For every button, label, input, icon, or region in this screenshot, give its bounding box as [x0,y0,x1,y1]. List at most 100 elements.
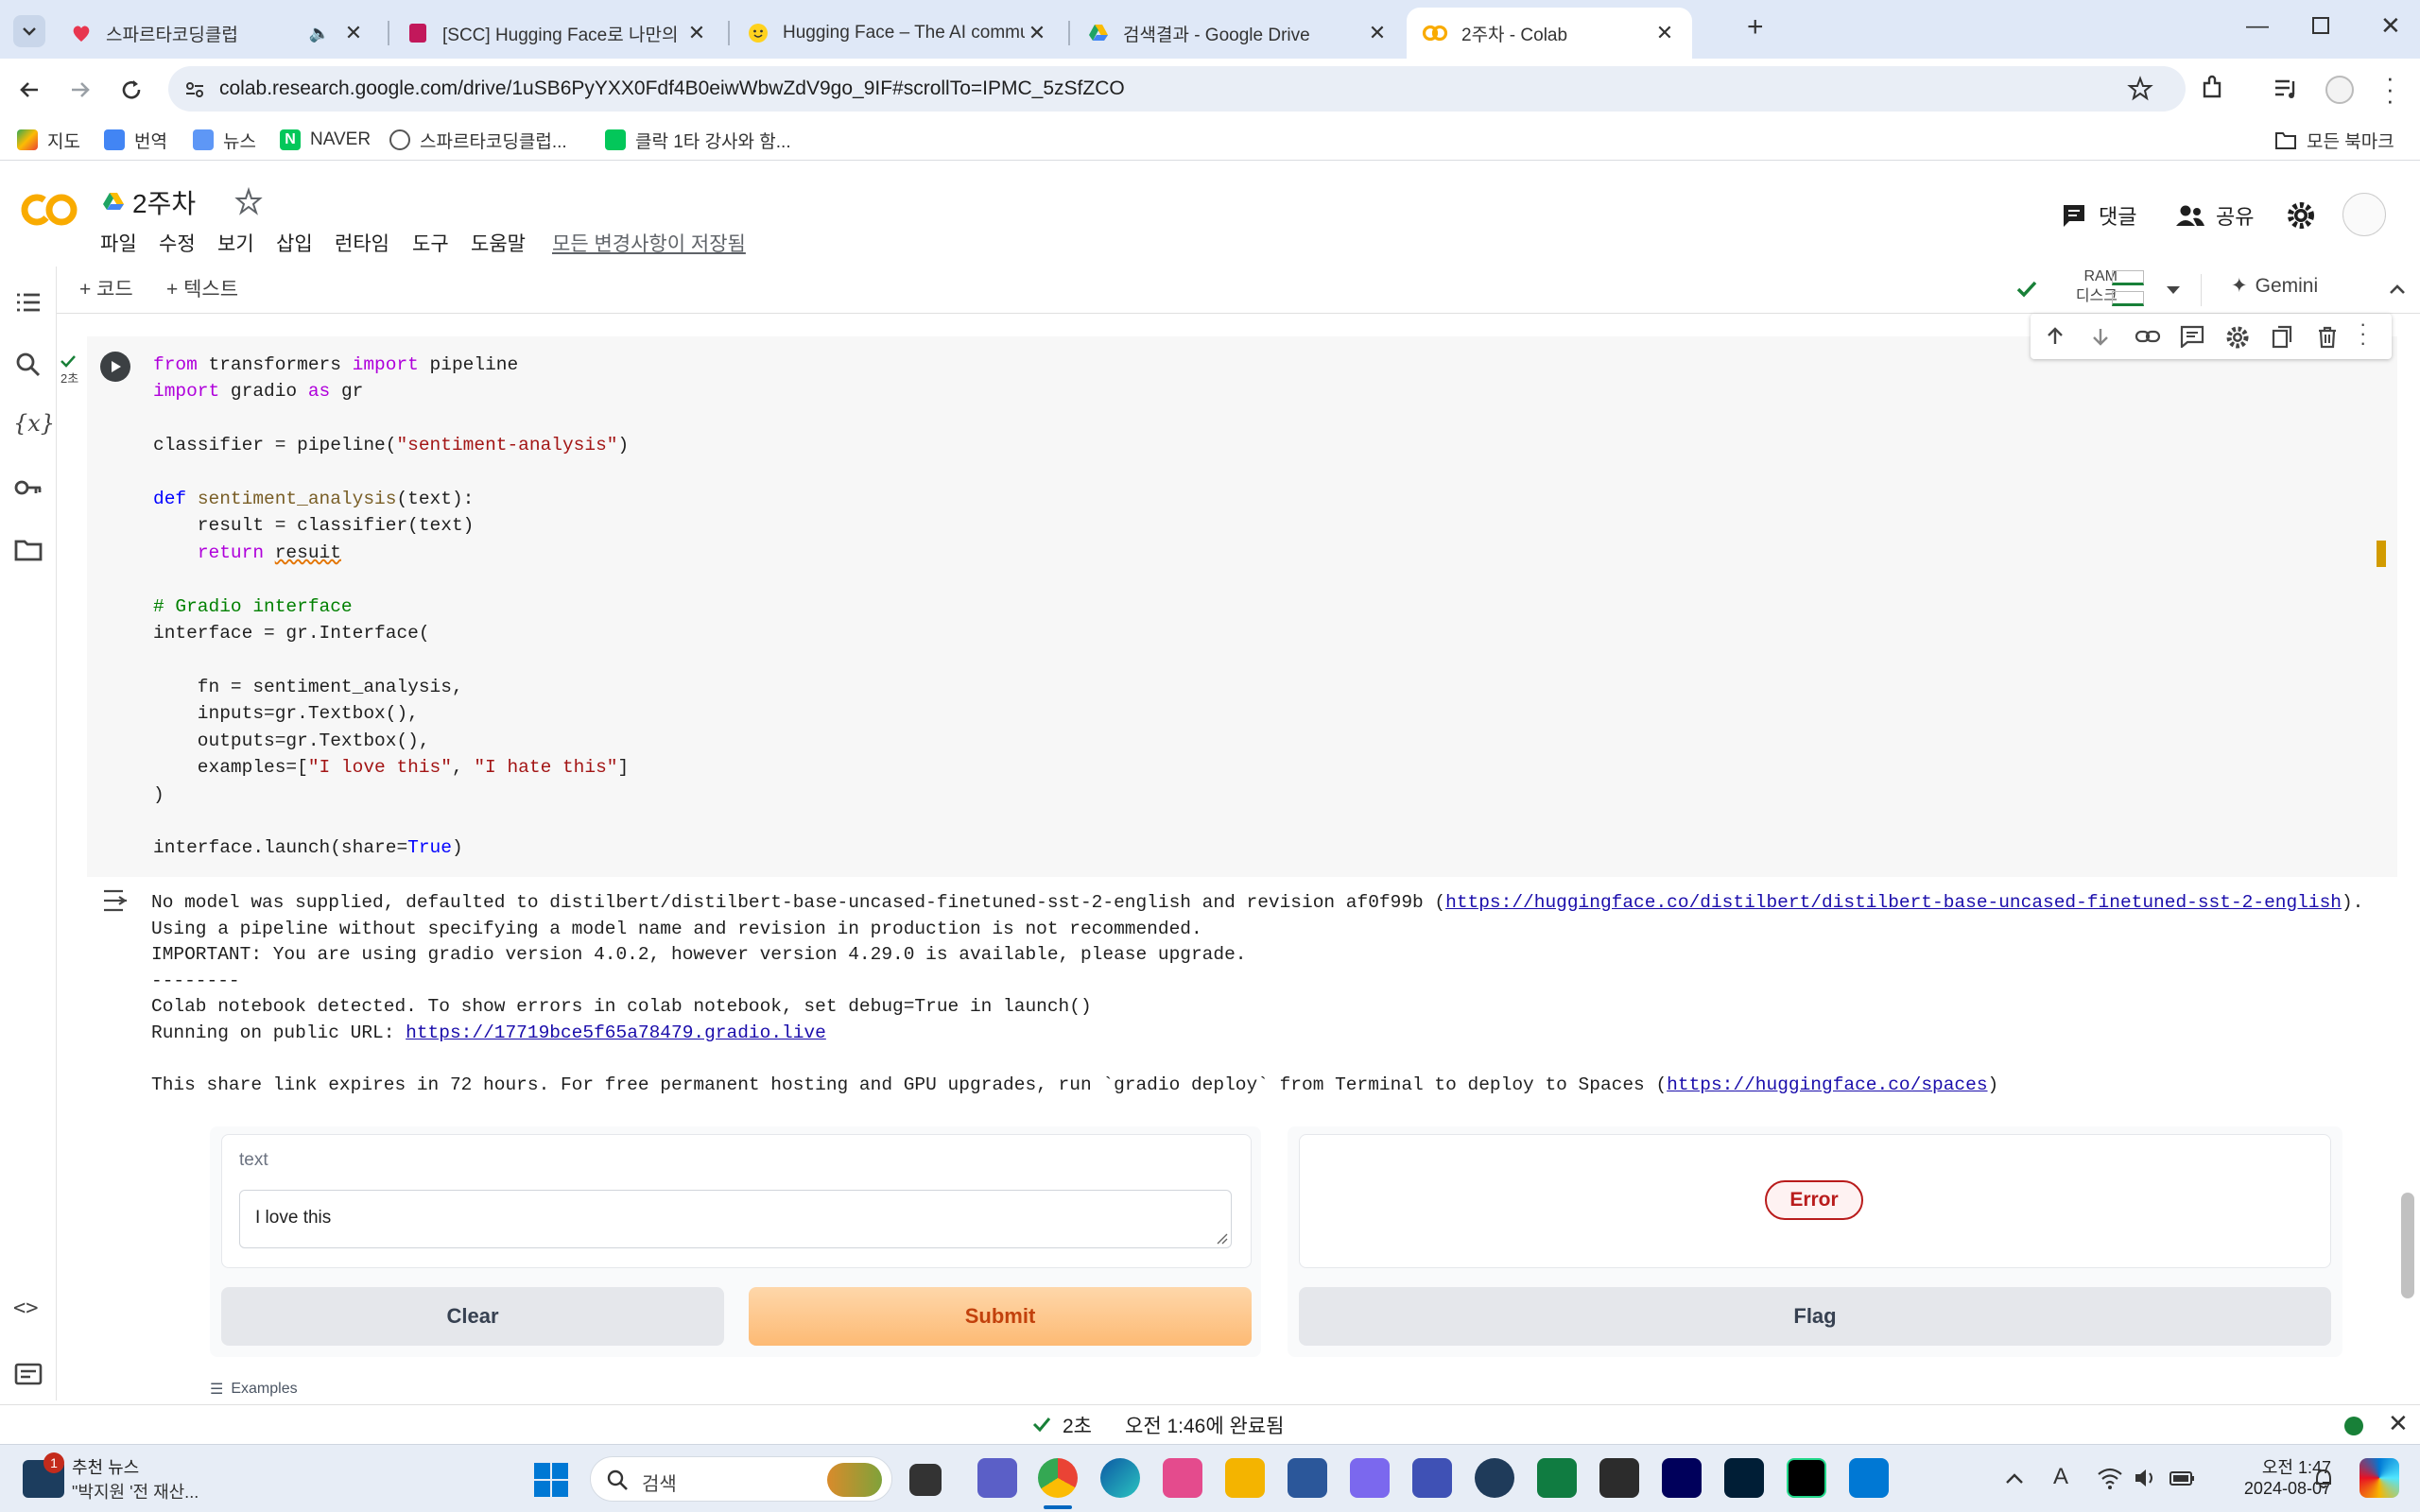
notification-bell-icon[interactable] [2312,1468,2335,1490]
submit-button[interactable]: Submit [749,1287,1252,1346]
menu-view[interactable]: 보기 [217,229,254,257]
close-tab-icon[interactable]: ✕ [1025,21,1049,45]
bookmark-item[interactable]: 스파르타코딩클럽... [389,127,567,153]
pycharm-icon[interactable] [1787,1458,1826,1498]
browser-tab-scc[interactable]: [SCC] Hugging Face로 나만의 ✕ [391,8,724,59]
code-snippets-icon[interactable]: <> [13,1297,43,1327]
store-icon[interactable] [1288,1458,1327,1498]
taskbar-search[interactable]: 검색 [590,1456,892,1502]
connection-status-dot[interactable] [2344,1417,2363,1435]
speaker-icon[interactable] [2133,1466,2159,1490]
chevron-up-icon[interactable] [2004,1469,2025,1488]
news-subtitle[interactable]: "박지원 '전 재산... [72,1479,199,1503]
media-control-icon[interactable] [2273,76,2301,102]
delete-icon[interactable] [2316,325,2339,350]
variables-icon[interactable]: {x} [13,410,55,440]
bookmark-item[interactable]: 클락 1타 강사와 함... [605,127,791,153]
acrobat-icon[interactable] [1599,1458,1639,1498]
photoshop-icon[interactable] [1724,1458,1764,1498]
menu-tools[interactable]: 도구 [412,229,449,257]
terminal-icon[interactable] [13,1359,43,1389]
spaces-link[interactable]: https://huggingface.co/spaces [1667,1074,1987,1095]
comment-icon[interactable] [2180,325,2204,348]
notebook-title[interactable]: 2주차 [132,183,196,221]
bookmark-item[interactable]: 뉴스 [193,127,256,153]
all-bookmarks[interactable]: 모든 북마크 [2274,127,2394,153]
forward-icon[interactable] [66,76,95,104]
browser-menu-icon[interactable]: · · · [2386,65,2394,112]
caret-down-icon[interactable] [2163,280,2184,301]
app-icon[interactable] [1475,1458,1514,1498]
address-bar[interactable]: colab.research.google.com/drive/1uSB6PyY… [168,66,2186,112]
site-info-icon[interactable] [183,78,206,101]
close-tab-icon[interactable]: ✕ [341,21,366,45]
close-status-icon[interactable]: ✕ [2388,1409,2409,1438]
extensions-icon[interactable] [2197,74,2227,104]
gradio-public-url-link[interactable]: https://17719bce5f65a78479.gradio.live [406,1022,826,1043]
menu-file[interactable]: 파일 [100,229,137,257]
task-view-icon[interactable] [909,1464,942,1496]
edge-icon[interactable] [1100,1458,1140,1498]
add-code-button[interactable]: + 코드 [79,274,133,302]
menu-insert[interactable]: 삽입 [276,229,313,257]
menu-runtime[interactable]: 런타임 [335,229,389,257]
clear-button[interactable]: Clear [221,1287,724,1346]
menu-edit[interactable]: 수정 [159,229,196,257]
page-scrollbar-thumb[interactable] [2401,1193,2414,1298]
mirror-cell-icon[interactable] [2271,325,2293,350]
connected-check-icon[interactable] [2014,276,2040,302]
comment-button[interactable]: 댓글 [2061,200,2136,231]
app-icon[interactable] [1412,1458,1452,1498]
star-icon[interactable] [234,187,263,215]
resize-handle-icon[interactable] [1216,1232,1229,1246]
bulb-app-icon[interactable] [1163,1458,1202,1498]
run-cell-button[interactable] [100,352,130,382]
table-of-contents-icon[interactable] [13,287,43,318]
bookmark-item[interactable]: N NAVER [280,127,371,153]
cell-settings-gear-icon[interactable] [2225,325,2250,350]
new-tab-button[interactable]: + [1747,11,1764,43]
save-status[interactable]: 모든 변경사항이 저장됨 [552,229,746,257]
examples-header[interactable]: ☰ Examples [210,1380,298,1399]
speaker-icon[interactable]: 🔈 [309,24,330,43]
add-text-button[interactable]: + 텍스트 [166,274,238,302]
teams-icon[interactable] [977,1458,1017,1498]
share-button[interactable]: 공유 [2174,200,2254,231]
code-editor[interactable]: from transformers import pipeline import… [153,352,629,862]
browser-tab-huggingface[interactable]: Hugging Face – The AI commu ✕ [732,8,1064,59]
app-icon[interactable] [1350,1458,1390,1498]
chevron-up-icon[interactable] [2384,276,2411,302]
text-input[interactable]: I love this [239,1190,1232,1248]
minimize-window-icon[interactable]: — [2246,13,2269,40]
back-icon[interactable] [15,76,43,104]
menu-help[interactable]: 도움말 [471,229,526,257]
google-drive-icon[interactable] [102,191,125,212]
excel-icon[interactable] [1537,1458,1577,1498]
copilot-icon[interactable] [2360,1458,2399,1498]
bookmark-star-icon[interactable] [2127,76,2153,102]
browser-tab-sparta[interactable]: 스파르타코딩클럽 🔈 ✕ [55,8,381,59]
link-icon[interactable] [2135,325,2161,348]
colab-logo[interactable] [19,191,79,229]
key-icon[interactable] [13,472,43,503]
browser-tab-colab[interactable]: 2주차 - Colab ✕ [1407,8,1692,59]
move-up-icon[interactable] [2044,325,2066,348]
gemini-button[interactable]: ✦ Gemini [2231,274,2318,298]
input-method-icon[interactable]: A [2053,1464,2068,1490]
move-down-icon[interactable] [2089,325,2112,348]
bookmark-item[interactable]: 번역 [104,127,167,153]
vscode-icon[interactable] [1849,1458,1889,1498]
search-icon[interactable] [13,350,43,380]
settings-gear-icon[interactable] [2286,200,2316,231]
more-options-icon[interactable]: · · · [2360,314,2366,353]
bookmark-item[interactable]: 지도 [17,127,80,153]
restore-window-icon[interactable] [2312,17,2329,34]
file-explorer-icon[interactable] [1225,1458,1265,1498]
windows-start-icon[interactable] [533,1462,569,1498]
reload-icon[interactable] [117,76,146,104]
tab-search-button[interactable] [13,15,45,47]
news-title[interactable]: 추천 뉴스 [72,1454,139,1479]
close-tab-icon[interactable]: ✕ [1365,21,1390,45]
battery-icon[interactable] [2169,1466,2197,1490]
flag-button[interactable]: Flag [1299,1287,2331,1346]
